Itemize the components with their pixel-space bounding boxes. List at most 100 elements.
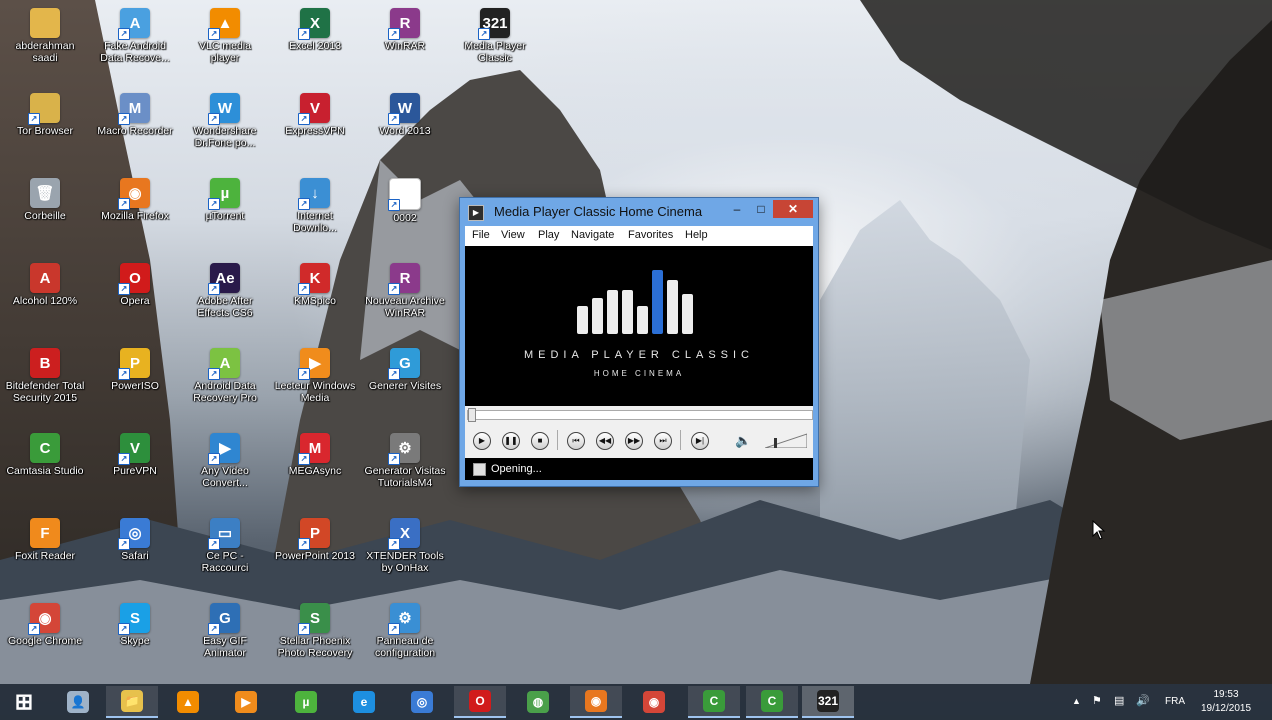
desktop-icon-label: MEGAsync (288, 465, 342, 477)
desktop-icon-easy-gif-animator[interactable]: G ↗ Easy GIF Animator (182, 597, 268, 675)
minimize-button[interactable]: ‒ (726, 200, 748, 218)
stop-button[interactable]: ■ (531, 432, 549, 450)
app-icon (30, 8, 60, 38)
taskbar-item-homegroup[interactable]: 👤 (52, 686, 104, 718)
desktop-icon-nouveau-archive-winrar[interactable]: R ↗ Nouveau Archive WinRAR (362, 257, 448, 335)
desktop-icon-tor-browser[interactable]: ↗ Tor Browser (2, 87, 88, 165)
next-button[interactable]: ⏭ (654, 432, 672, 450)
seek-thumb[interactable] (468, 408, 476, 422)
play-button[interactable]: ▶ (473, 432, 491, 450)
video-area[interactable]: MEDIA PLAYER CLASSIC HOME CINEMA (465, 246, 813, 406)
seek-bar[interactable] (467, 410, 813, 420)
desktop-icon-excel-2013[interactable]: X ↗ Excel 2013 (272, 2, 358, 80)
speaker-icon[interactable]: 🔈 (735, 434, 751, 448)
menu-favorites[interactable]: Favorites (628, 229, 673, 241)
desktop-icon-expressvpn[interactable]: V ↗ ExpressVPN (272, 87, 358, 165)
taskbar-item-safari[interactable]: ◎ (396, 686, 448, 718)
desktop-icon-poweriso[interactable]: P ↗ PowerISO (92, 342, 178, 420)
desktop-icon-label: Foxit Reader (14, 550, 76, 562)
opera-icon: O (469, 690, 491, 712)
system-tray: ▲ ⚑ ▤ 🔊 FRA (1070, 684, 1190, 720)
rewind-button[interactable]: ◀◀ (596, 432, 614, 450)
desktop-icon-ce-pc-raccourci[interactable]: ▭ ↗ Ce PC - Raccourci (182, 512, 268, 590)
desktop-icon-abderahman-saadi[interactable]: abderahman saadi (2, 2, 88, 80)
desktop-icon-mozilla-firefox[interactable]: ◉ ↗ Mozilla Firefox (92, 172, 178, 250)
desktop-icon-camtasia-studio[interactable]: C Camtasia Studio (2, 427, 88, 505)
desktop-icon-media-player-classic[interactable]: 321 ↗ Media Player Classic (452, 2, 538, 80)
desktop-icon-wondershare-dr-fone-po[interactable]: W ↗ Wondershare Dr.Fone po... (182, 87, 268, 165)
volume-slider[interactable] (765, 432, 807, 448)
desktop-icon-purevpn[interactable]: V ↗ PureVPN (92, 427, 178, 505)
desktop-icon-torrent[interactable]: µ ↗ µTorrent (182, 172, 268, 250)
taskbar-item-camtasia-2[interactable]: C (746, 686, 798, 718)
shortcut-arrow-icon: ↗ (118, 538, 130, 550)
taskbar-item-firefox[interactable]: ◉ (570, 686, 622, 718)
tray-expand-icon[interactable]: ▲ (1072, 696, 1081, 706)
desktop-icon-google-chrome[interactable]: ◉ ↗ Google Chrome (2, 597, 88, 675)
desktop-icon-alcohol-120[interactable]: A Alcohol 120% (2, 257, 88, 335)
desktop-icon-xtender-tools-by-onhax[interactable]: X ↗ XTENDER Tools by OnHax (362, 512, 448, 590)
desktop-icon-label: Panneau de configuration (374, 635, 436, 659)
menu-file[interactable]: File (472, 229, 490, 241)
frame-step-button[interactable]: ▶| (691, 432, 709, 450)
desktop-icon-skype[interactable]: S ↗ Skype (92, 597, 178, 675)
desktop-icon-macro-recorder[interactable]: M ↗ Macro Recorder (92, 87, 178, 165)
desktop-icon-opera[interactable]: O ↗ Opera (92, 257, 178, 335)
desktop-icon-stellar-phoenix-photo-recovery[interactable]: S ↗ Stellar Phoenix Photo Recovery (272, 597, 358, 675)
desktop-icon-megasync[interactable]: M ↗ MEGAsync (272, 427, 358, 505)
taskbar-item-opera[interactable]: O (454, 686, 506, 718)
desktop-icon-generator-visitas-tutorialsm4[interactable]: ⚙ ↗ Generator Visitas TutorialsM4 (362, 427, 448, 505)
desktop-icon-corbeille[interactable]: 🗑 Corbeille (2, 172, 88, 250)
fast-forward-button[interactable]: ▶▶ (625, 432, 643, 450)
taskbar-item-globe[interactable]: ◍ (512, 686, 564, 718)
desktop-icon-lecteur-windows-media[interactable]: ▶ ↗ Lecteur Windows Media (272, 342, 358, 420)
desktop-icon-adobe-after-effects-cs6[interactable]: Ae ↗ Adobe After Effects CS6 (182, 257, 268, 335)
desktop-icon-bitdefender-total-security-2015[interactable]: B Bitdefender Total Security 2015 (2, 342, 88, 420)
desktop-icon-fake-android-data-recove[interactable]: A ↗ Fake Android Data Recove... (92, 2, 178, 80)
desktop-icon-0002[interactable]: ↗ 0002 (362, 172, 448, 250)
app-icon: ▭ ↗ (208, 518, 240, 550)
mpc-app-icon[interactable]: ▶ (468, 205, 484, 221)
desktop-icon-powerpoint-2013[interactable]: P ↗ PowerPoint 2013 (272, 512, 358, 590)
desktop-icon-panneau-de-configuration[interactable]: ⚙ ↗ Panneau de configuration (362, 597, 448, 675)
language-indicator[interactable]: FRA (1165, 696, 1185, 707)
shortcut-arrow-icon: ↗ (118, 283, 130, 295)
desktop-icon-kmspico[interactable]: K ↗ KMSpico (272, 257, 358, 335)
menu-view[interactable]: View (501, 229, 525, 241)
flag-icon[interactable]: ⚑ (1092, 694, 1102, 707)
clock[interactable]: 19:53 19/12/2015 (1196, 688, 1256, 716)
desktop-icon-vlc-media-player[interactable]: ▲ ↗ VLC media player (182, 2, 268, 80)
mpc-title-bar[interactable]: ▶ Media Player Classic Home Cinema ‒ □ ✕ (460, 198, 818, 226)
desktop-icon-safari[interactable]: ◎ ↗ Safari (92, 512, 178, 590)
desktop-icon-label: Adobe After Effects CS6 (197, 295, 253, 319)
previous-button[interactable]: ⏮ (567, 432, 585, 450)
desktop-icon-foxit-reader[interactable]: F Foxit Reader (2, 512, 88, 590)
desktop-icon-word-2013[interactable]: W ↗ Word 2013 (362, 87, 448, 165)
taskbar-item-media[interactable]: ▶ (220, 686, 272, 718)
desktop-icon-android-data-recovery-pro[interactable]: A ↗ Android Data Recovery Pro (182, 342, 268, 420)
menu-help[interactable]: Help (685, 229, 708, 241)
mpc-logo-bars (577, 270, 693, 334)
menu-navigate[interactable]: Navigate (571, 229, 614, 241)
maximize-button[interactable]: □ (750, 200, 772, 218)
taskbar-item-mpc[interactable]: 321 (802, 686, 854, 718)
mpc-status-bar: Opening... (465, 458, 813, 480)
shortcut-arrow-icon: ↗ (118, 623, 130, 635)
taskbar-item-ie[interactable]: e (338, 686, 390, 718)
start-button[interactable]: ⊞ (0, 686, 48, 718)
desktop-icon-internet-downlo[interactable]: ↓ ↗ Internet Downlo... (272, 172, 358, 250)
desktop-icon-generer-visites[interactable]: G ↗ Generer Visites (362, 342, 448, 420)
taskbar-item-utorrent[interactable]: µ (280, 686, 332, 718)
pause-button[interactable]: ❚❚ (502, 432, 520, 450)
taskbar-item-vlc[interactable]: ▲ (162, 686, 214, 718)
taskbar-item-camtasia-1[interactable]: C (688, 686, 740, 718)
menu-play[interactable]: Play (538, 229, 559, 241)
taskbar-item-explorer[interactable]: 📁 (106, 686, 158, 718)
network-icon[interactable]: ▤ (1114, 694, 1124, 707)
taskbar-item-chrome[interactable]: ◉ (628, 686, 680, 718)
desktop-icon-any-video-convert[interactable]: ▶ ↗ Any Video Convert... (182, 427, 268, 505)
ie-icon: e (353, 691, 375, 713)
desktop-icon-winrar[interactable]: R ↗ WinRAR (362, 2, 448, 80)
volume-icon[interactable]: 🔊 (1136, 694, 1150, 707)
close-button[interactable]: ✕ (773, 200, 813, 218)
